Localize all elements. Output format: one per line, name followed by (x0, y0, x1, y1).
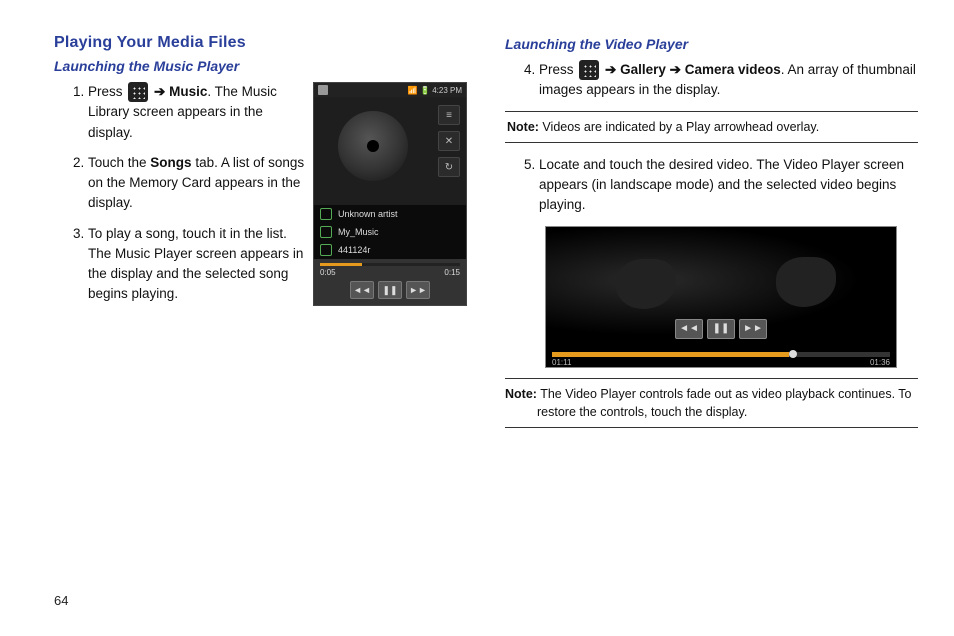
step-2-text-a: Touch the (88, 155, 150, 170)
phone-statusbar: 📶 🔋 4:23 PM (314, 83, 466, 97)
right-column: Launching the Video Player Press ➔ Galle… (495, 34, 918, 636)
note-2-label: Note: (505, 387, 537, 401)
seek-knob-icon (789, 350, 797, 358)
note-1: Note: Videos are indicated by a Play arr… (505, 111, 918, 143)
apps-grid-icon (579, 60, 599, 80)
artist-icon (320, 208, 332, 220)
video-total-time: 01:36 (870, 358, 890, 367)
video-next-icon: ►► (739, 319, 767, 339)
statusbar-time: 📶 🔋 4:23 PM (408, 86, 462, 95)
video-pause-icon: ❚❚ (707, 319, 735, 339)
apps-grid-icon (128, 82, 148, 102)
video-player-screenshot: ◄◄ ❚❚ ►► 01:11 01:36 (545, 226, 897, 368)
step-4: Press ➔ Gallery ➔ Camera videos. An arra… (539, 60, 918, 101)
step-2-bold: Songs (150, 155, 191, 170)
step-1-bold: Music (169, 84, 207, 99)
video-elapsed-time: 01:11 (552, 358, 571, 367)
step-1: Press ➔ Music. The Music Library screen … (88, 82, 305, 143)
album-disc-icon (338, 111, 408, 181)
play-indicator-icon (318, 85, 328, 95)
note-2-text: The Video Player controls fade out as vi… (537, 387, 912, 419)
playlist-icon: ≡ (438, 105, 460, 125)
arrow-icon: ➔ (154, 84, 169, 99)
note-1-label: Note: (507, 120, 539, 134)
total-time: 0:15 (444, 268, 460, 277)
music-progress-bar (320, 263, 460, 266)
step-3: To play a song, touch it in the list. Th… (88, 224, 305, 305)
arrow-icon: ➔ (670, 62, 685, 77)
video-prev-icon: ◄◄ (675, 319, 703, 339)
track-metadata: Unknown artist My_Music 441124r (314, 205, 466, 259)
section-title: Playing Your Media Files (54, 34, 467, 52)
step-2: Touch the Songs tab. A list of songs on … (88, 153, 305, 214)
manual-page: Playing Your Media Files Launching the M… (0, 0, 954, 636)
pause-icon: ❚❚ (378, 281, 402, 299)
step-4-bold-gallery: Gallery (620, 62, 666, 77)
track-name: 441124r (338, 245, 370, 255)
left-column: Playing Your Media Files Launching the M… (54, 34, 495, 636)
arrow-icon: ➔ (605, 62, 620, 77)
artist-name: Unknown artist (338, 209, 398, 219)
statusbar-time-text: 4:23 PM (432, 86, 462, 95)
step-4-bold-camera: Camera videos (685, 62, 781, 77)
step-5: Locate and touch the desired video. The … (539, 155, 918, 216)
album-art-area: ≡ ✕ ↻ (314, 97, 466, 205)
album-icon (320, 226, 332, 238)
video-steps-list-a: Press ➔ Gallery ➔ Camera videos. An arra… (505, 60, 918, 101)
music-steps-list: Press ➔ Music. The Music Library screen … (54, 82, 305, 315)
next-track-icon: ►► (406, 281, 430, 299)
step-1-text-a: Press (88, 84, 126, 99)
subsection-title-video: Launching the Video Player (505, 36, 918, 52)
video-steps-list-b: Locate and touch the desired video. The … (505, 155, 918, 216)
note-2: Note: The Video Player controls fade out… (505, 378, 918, 428)
shuffle-icon: ✕ (438, 131, 460, 151)
note-1-text: Videos are indicated by a Play arrowhead… (539, 120, 819, 134)
page-number: 64 (54, 593, 68, 608)
step-4-text-a: Press (539, 62, 577, 77)
left-content-row: Press ➔ Music. The Music Library screen … (54, 82, 467, 315)
video-progress-bar (552, 352, 890, 357)
track-icon (320, 244, 332, 256)
subsection-title-music: Launching the Music Player (54, 58, 467, 74)
prev-track-icon: ◄◄ (350, 281, 374, 299)
music-player-screenshot: 📶 🔋 4:23 PM ≡ ✕ ↻ Unknown artist My_Musi… (313, 82, 467, 306)
music-controls: 0:05 0:15 ◄◄ ❚❚ ►► (314, 259, 466, 305)
repeat-icon: ↻ (438, 157, 460, 177)
elapsed-time: 0:05 (320, 268, 336, 277)
album-name: My_Music (338, 227, 379, 237)
